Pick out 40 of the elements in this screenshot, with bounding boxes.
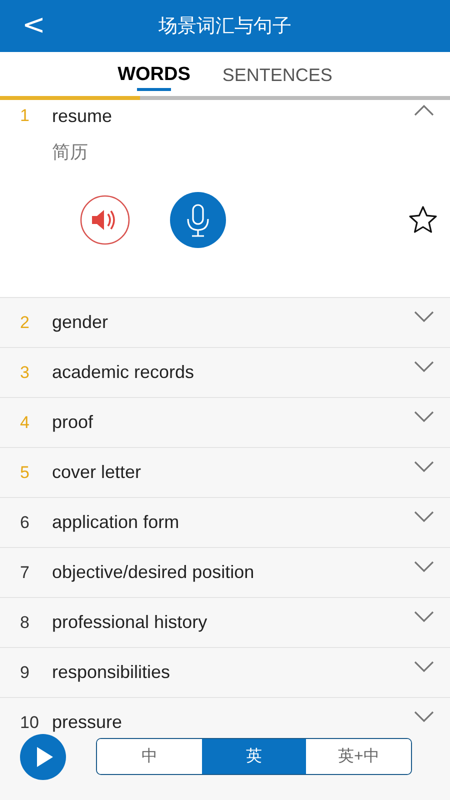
language-option[interactable]: 英 — [202, 739, 306, 774]
microphone-button[interactable] — [170, 192, 226, 248]
play-button[interactable] — [20, 734, 66, 780]
word-number: 7 — [20, 562, 30, 582]
tab[interactable]: SENTENCES — [216, 57, 338, 96]
expand-chevron-icon[interactable] — [414, 410, 434, 422]
word-text: responsibilities — [52, 662, 172, 683]
star-icon[interactable] — [408, 205, 438, 235]
word-text: resume — [52, 106, 114, 126]
screen-title: 场景词汇与句子 — [158, 14, 292, 39]
translation-text: 简历 — [52, 141, 89, 164]
word-row[interactable]: 1 resume 简历 — [0, 100, 450, 297]
word-text: objective/desired position — [52, 562, 256, 583]
word-number: 3 — [20, 362, 30, 382]
expand-chevron-icon[interactable] — [414, 460, 434, 472]
word-text: academic records — [52, 362, 196, 383]
back-button[interactable]: < — [18, 8, 50, 41]
word-text: application form — [52, 512, 180, 533]
expand-chevron-icon[interactable] — [414, 560, 434, 572]
word-number: 8 — [20, 612, 30, 632]
expand-chevron-icon[interactable] — [414, 610, 434, 622]
word-text: professional history — [52, 612, 208, 633]
word-number: 4 — [20, 412, 30, 432]
word-text: proof — [52, 412, 94, 433]
expand-chevron-icon[interactable] — [414, 710, 434, 722]
word-number: 10 — [20, 712, 40, 732]
word-number: 1 — [20, 106, 30, 126]
word-text: cover letter — [52, 462, 142, 483]
speaker-button[interactable] — [80, 195, 130, 245]
collapse-chevron-icon[interactable] — [414, 104, 434, 116]
expand-chevron-icon[interactable] — [414, 310, 434, 322]
word-number: 9 — [20, 662, 30, 682]
word-number: 5 — [20, 462, 30, 482]
word-text: gender — [52, 312, 110, 333]
expand-chevron-icon[interactable] — [414, 660, 434, 672]
word-text: pressure — [52, 712, 124, 733]
expand-chevron-icon[interactable] — [414, 510, 434, 522]
expand-chevron-icon[interactable] — [414, 360, 434, 372]
word-number: 2 — [20, 312, 30, 332]
word-number: 6 — [20, 512, 30, 532]
